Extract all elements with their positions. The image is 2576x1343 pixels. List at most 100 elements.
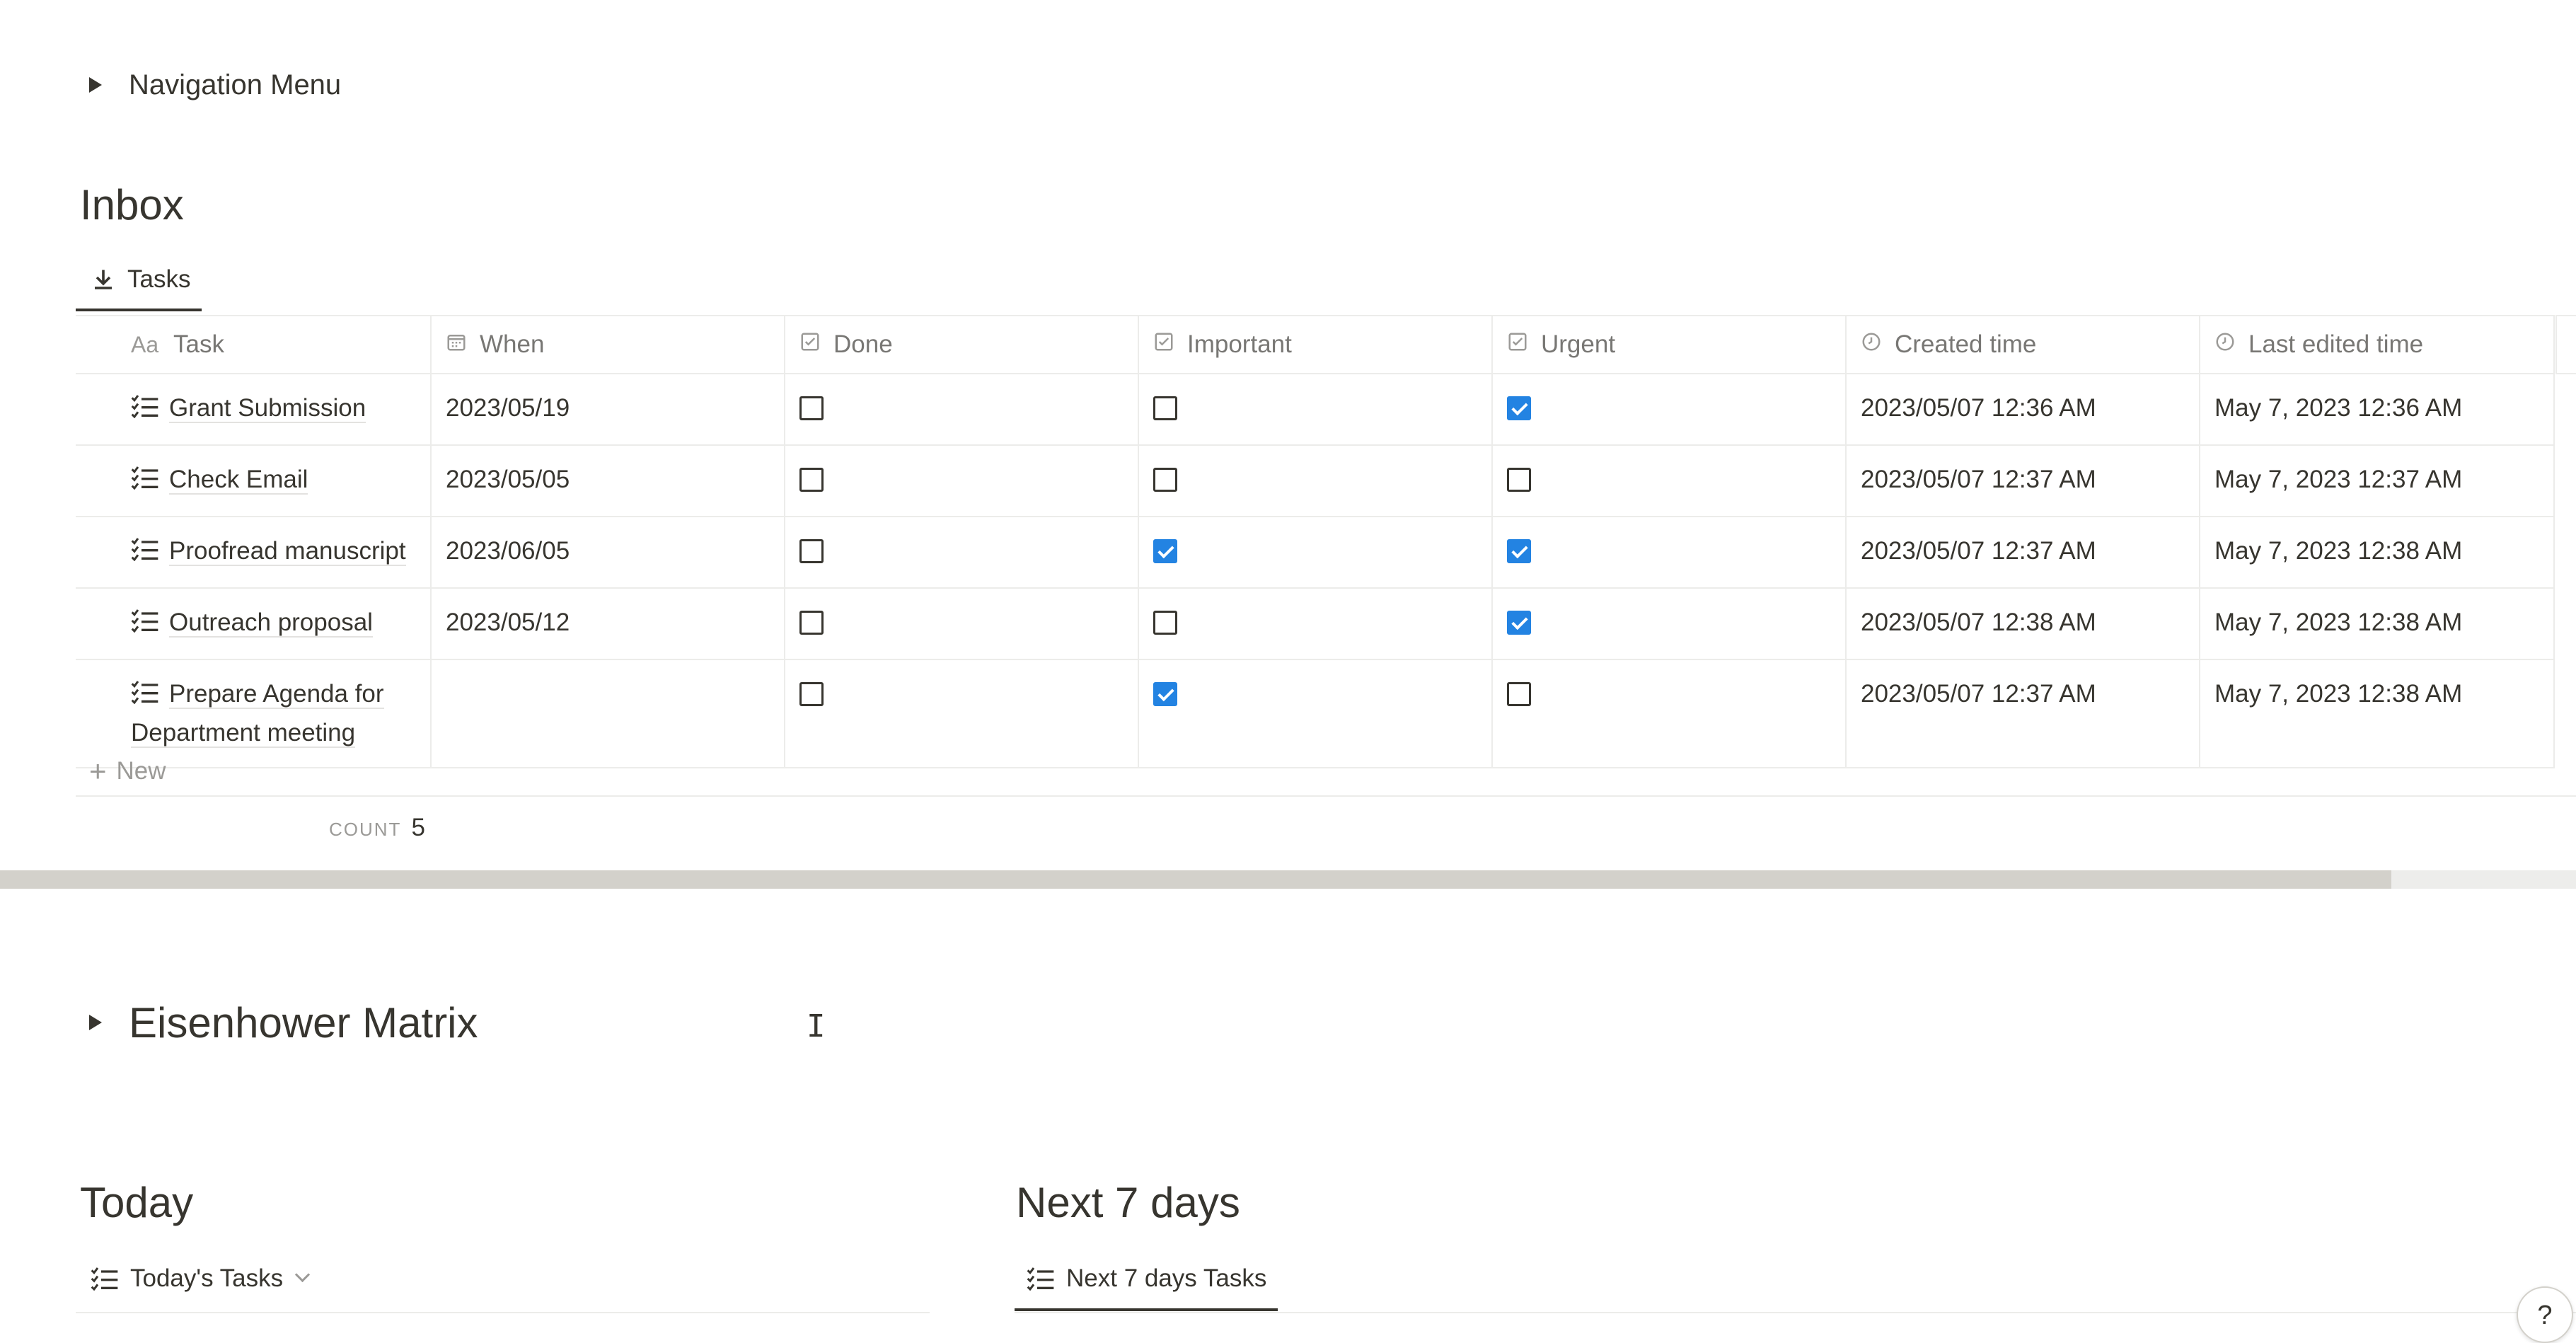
task-name[interactable]: Grant Submission: [169, 394, 366, 423]
last-edited-time-cell: May 7, 2023 12:38 AM: [2200, 659, 2555, 768]
column-header-when[interactable]: When: [431, 315, 785, 374]
plus-icon: +: [89, 754, 107, 788]
eisenhower-matrix-label: Eisenhower Matrix: [129, 998, 478, 1047]
important-checkbox[interactable]: [1153, 681, 1177, 706]
when-cell[interactable]: 2023/05/12: [431, 588, 785, 660]
when-cell[interactable]: 2023/06/05: [431, 517, 785, 589]
done-cell[interactable]: [785, 445, 1139, 517]
when-cell[interactable]: 2023/05/05: [431, 445, 785, 517]
table-row[interactable]: Outreach proposal 2023/05/12 2023/05/07 …: [76, 588, 2555, 660]
important-cell[interactable]: [1138, 588, 1493, 660]
navigation-menu-label: Navigation Menu: [129, 69, 342, 100]
important-cell[interactable]: [1138, 659, 1493, 768]
count-label: COUNT: [329, 819, 402, 840]
when-cell[interactable]: [431, 659, 785, 768]
checklist-icon: [1027, 1267, 1055, 1291]
last-edited-time-cell: May 7, 2023 12:37 AM: [2200, 445, 2555, 517]
task-cell[interactable]: Outreach proposal: [76, 588, 432, 660]
urgent-checkbox[interactable]: [1507, 538, 1531, 563]
add-property-column[interactable]: [2555, 315, 2576, 374]
urgent-cell[interactable]: [1492, 659, 1847, 768]
when-cell[interactable]: 2023/05/19: [431, 374, 785, 446]
last-edited-time-cell: May 7, 2023 12:36 AM: [2200, 374, 2555, 446]
navigation-menu-toggle[interactable]: Navigation Menu: [89, 67, 341, 103]
column-header-created-time[interactable]: Created time: [1846, 315, 2200, 374]
table-row[interactable]: Proofread manuscript 2023/06/05 2023/05/…: [76, 517, 2555, 589]
table-row[interactable]: Check Email 2023/05/05 2023/05/07 12:37 …: [76, 445, 2555, 517]
task-cell[interactable]: Prepare Agenda for Department meeting: [76, 659, 432, 768]
important-cell[interactable]: [1138, 374, 1493, 446]
chevron-down-icon[interactable]: [295, 1267, 311, 1282]
important-checkbox[interactable]: [1153, 467, 1177, 492]
urgent-cell[interactable]: [1492, 517, 1847, 589]
count-summary[interactable]: COUNT 5: [329, 814, 425, 842]
checklist-icon: [131, 392, 159, 429]
tab-tasks-label: Tasks: [127, 265, 191, 293]
table-bottom-divider: [76, 795, 2576, 797]
created-time-cell: 2023/05/07 12:38 AM: [1846, 588, 2200, 660]
urgent-cell[interactable]: [1492, 374, 1847, 446]
column-header-important[interactable]: Important: [1138, 315, 1493, 374]
done-checkbox[interactable]: [799, 467, 824, 492]
tab-todays-tasks[interactable]: Today's Tasks: [91, 1261, 311, 1296]
active-tab-underline: [76, 309, 202, 311]
done-cell[interactable]: [785, 659, 1139, 768]
created-time-cell: 2023/05/07 12:37 AM: [1846, 517, 2200, 589]
horizontal-scrollbar-thumb[interactable]: [0, 870, 2391, 889]
task-name[interactable]: Proofread manuscript: [169, 537, 406, 566]
done-cell[interactable]: [785, 374, 1139, 446]
urgent-cell[interactable]: [1492, 445, 1847, 517]
task-name[interactable]: Check Email: [169, 466, 308, 495]
done-checkbox[interactable]: [799, 538, 824, 563]
help-label: ?: [2537, 1301, 2553, 1330]
checklist-icon: [131, 535, 159, 572]
done-checkbox[interactable]: [799, 396, 824, 420]
done-checkbox[interactable]: [799, 610, 824, 635]
task-cell[interactable]: Check Email: [76, 445, 432, 517]
column-header-done[interactable]: Done: [785, 315, 1139, 374]
column-header-last-edited-time[interactable]: Last edited time: [2200, 315, 2555, 374]
tab-next-7-days-tasks[interactable]: Next 7 days Tasks: [1027, 1261, 1266, 1296]
created-time-cell: 2023/05/07 12:37 AM: [1846, 445, 2200, 517]
urgent-checkbox[interactable]: [1507, 610, 1531, 635]
last-edited-time-cell: May 7, 2023 12:38 AM: [2200, 588, 2555, 660]
task-name[interactable]: Prepare Agenda for Department meeting: [131, 680, 384, 748]
column-header-task[interactable]: Aa Task: [76, 315, 432, 374]
urgent-cell[interactable]: [1492, 588, 1847, 660]
done-checkbox[interactable]: [799, 681, 824, 706]
created-time-cell: 2023/05/07 12:36 AM: [1846, 374, 2200, 446]
task-cell[interactable]: Grant Submission: [76, 374, 432, 446]
task-name[interactable]: Outreach proposal: [169, 609, 373, 638]
table-row[interactable]: Grant Submission 2023/05/19 2023/05/07 1…: [76, 374, 2555, 446]
table-row[interactable]: Prepare Agenda for Department meeting 20…: [76, 659, 2555, 768]
checklist-icon: [131, 678, 159, 715]
help-button[interactable]: ?: [2517, 1286, 2573, 1343]
done-cell[interactable]: [785, 517, 1139, 589]
new-row-label: New: [116, 757, 166, 785]
task-cell[interactable]: Proofread manuscript: [76, 517, 432, 589]
column-header-urgent[interactable]: Urgent: [1492, 315, 1847, 374]
created-time-cell: 2023/05/07 12:37 AM: [1846, 659, 2200, 768]
urgent-checkbox[interactable]: [1507, 681, 1531, 706]
important-cell[interactable]: [1138, 445, 1493, 517]
done-cell[interactable]: [785, 588, 1139, 660]
new-row-button[interactable]: + New: [89, 754, 166, 788]
important-checkbox[interactable]: [1153, 538, 1177, 563]
urgent-checkbox[interactable]: [1507, 396, 1531, 420]
urgent-checkbox[interactable]: [1507, 467, 1531, 492]
title-icon: Aa: [131, 332, 159, 357]
toggle-triangle-icon[interactable]: [89, 1015, 102, 1030]
important-cell[interactable]: [1138, 517, 1493, 589]
clock-icon: [1861, 331, 1886, 358]
important-checkbox[interactable]: [1153, 610, 1177, 635]
eisenhower-matrix-toggle[interactable]: Eisenhower Matrix: [89, 991, 478, 1054]
toggle-triangle-icon[interactable]: [89, 77, 102, 93]
tab-tasks[interactable]: Tasks: [91, 262, 190, 297]
today-divider: [76, 1312, 930, 1313]
table-header-row: Aa Task When Done Important Urgent Create…: [76, 315, 2555, 374]
today-title: Today: [80, 1179, 194, 1226]
important-checkbox[interactable]: [1153, 396, 1177, 420]
inbox-table: Aa Task When Done Important Urgent Create…: [76, 315, 2555, 768]
next-7-days-title: Next 7 days: [1016, 1179, 1240, 1226]
active-tab-underline: [1015, 1308, 1278, 1311]
